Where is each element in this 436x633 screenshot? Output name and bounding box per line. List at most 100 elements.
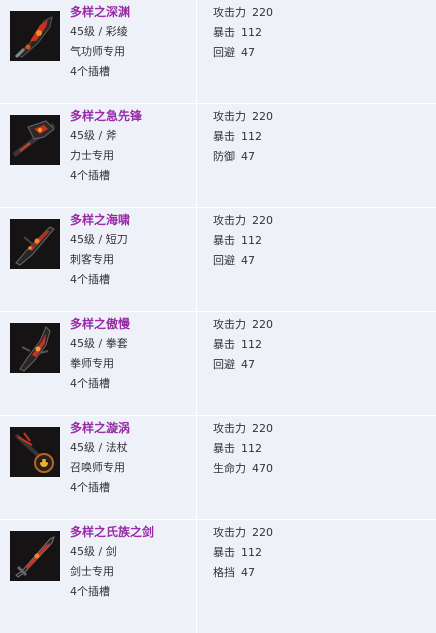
stat-label: 防御 [213, 150, 235, 163]
stat-label: 攻击力 [213, 214, 246, 227]
stat-value: 220 [252, 318, 273, 331]
stat-label: 攻击力 [213, 526, 246, 539]
sword-weapon-icon[interactable] [10, 531, 60, 581]
column-divider [196, 312, 197, 415]
item-level: 45级 [70, 25, 95, 38]
separator: / [98, 545, 103, 558]
stat-label: 格挡 [213, 566, 235, 579]
stat-value: 220 [252, 110, 273, 123]
stat-row: 生命力 470 [213, 459, 413, 479]
axe-weapon-icon[interactable] [10, 115, 60, 165]
item-info: 多样之漩涡 45级 / 法杖 召唤师专用 4个插槽 [70, 418, 192, 498]
stat-label: 回避 [213, 46, 235, 59]
stat-value: 47 [241, 358, 255, 371]
stat-label: 回避 [213, 254, 235, 267]
item-slots: 4个插槽 [70, 65, 110, 78]
item-row: 多样之急先锋 45级 / 斧力士专用 4个插槽 攻击力 220 暴击 112 防御 47 [0, 104, 436, 208]
item-level: 45级 [70, 337, 95, 350]
item-list: 多样之深渊 45级 / 彩绫 气功师专用 4个插槽 攻击力 220 暴击 112 回避 47 多样之… [0, 0, 436, 633]
column-divider [196, 416, 197, 519]
short-blade-weapon-icon[interactable] [10, 219, 60, 269]
stat-value: 112 [241, 442, 262, 455]
gauntlet-weapon-icon[interactable] [10, 323, 60, 373]
stat-value: 47 [241, 150, 255, 163]
item-name[interactable]: 多样之急先锋 [70, 106, 192, 126]
separator: / [98, 441, 103, 454]
stat-label: 攻击力 [213, 6, 246, 19]
stat-label: 回避 [213, 358, 235, 371]
stat-label: 暴击 [213, 130, 235, 143]
stat-row: 攻击力 220 [213, 3, 413, 23]
stat-label: 生命力 [213, 462, 246, 475]
item-type: 斧 [105, 129, 117, 142]
stat-value: 112 [241, 546, 262, 559]
item-info: 多样之傲慢 45级 / 拳套 拳师专用 4个插槽 [70, 314, 192, 394]
item-slots: 4个插槽 [70, 273, 110, 286]
stat-value: 220 [252, 6, 273, 19]
item-class: 召唤师专用 [70, 461, 125, 474]
stat-value: 47 [241, 566, 255, 579]
stat-label: 攻击力 [213, 318, 246, 331]
item-info: 多样之深渊 45级 / 彩绫 气功师专用 4个插槽 [70, 2, 192, 82]
item-type: 短刀 [105, 233, 128, 246]
item-stats: 攻击力 220 暴击 112 回避 47 [213, 3, 413, 63]
stat-value: 220 [252, 422, 273, 435]
item-name[interactable]: 多样之深渊 [70, 2, 192, 22]
stat-value: 220 [252, 214, 273, 227]
stat-row: 攻击力 220 [213, 211, 413, 231]
item-row: 多样之氏族之剑 45级 / 剑剑士专用 4个插槽 攻击力 220 暴击 112 格挡 47 [0, 520, 436, 633]
stat-row: 暴击 112 [213, 231, 413, 251]
item-level-type: 45级 / 彩绫 [70, 22, 192, 42]
item-level: 45级 [70, 129, 95, 142]
stat-value: 112 [241, 130, 262, 143]
stat-row: 格挡 47 [213, 563, 413, 583]
item-level-type: 45级 / 剑 [70, 542, 192, 562]
item-info: 多样之急先锋 45级 / 斧力士专用 4个插槽 [70, 106, 192, 186]
item-name[interactable]: 多样之海啸 [70, 210, 192, 230]
item-class: 剑士专用 [70, 565, 114, 578]
stat-row: 暴击 112 [213, 127, 413, 147]
item-name[interactable]: 多样之漩涡 [70, 418, 192, 438]
item-type: 法杖 [105, 441, 128, 454]
item-name[interactable]: 多样之傲慢 [70, 314, 192, 334]
dagger-weapon-icon[interactable] [10, 11, 60, 61]
stat-label: 攻击力 [213, 422, 246, 435]
stat-value: 112 [241, 234, 262, 247]
item-level-type: 45级 / 斧 [70, 126, 192, 146]
stat-row: 攻击力 220 [213, 523, 413, 543]
item-slots: 4个插槽 [70, 377, 110, 390]
stat-value: 47 [241, 46, 255, 59]
item-class: 拳师专用 [70, 357, 114, 370]
stat-label: 攻击力 [213, 110, 246, 123]
staff-weapon-icon[interactable] [10, 427, 60, 477]
column-divider [196, 104, 197, 207]
column-divider [196, 208, 197, 311]
item-stats: 攻击力 220 暴击 112 防御 47 [213, 107, 413, 167]
stat-row: 回避 47 [213, 43, 413, 63]
separator: / [98, 25, 103, 38]
item-name[interactable]: 多样之氏族之剑 [70, 522, 192, 542]
item-slots: 4个插槽 [70, 481, 110, 494]
stat-label: 暴击 [213, 338, 235, 351]
separator: / [98, 129, 103, 142]
item-type: 彩绫 [105, 25, 128, 38]
item-row: 多样之傲慢 45级 / 拳套 拳师专用 4个插槽 攻击力 220 暴击 112 回避 47 [0, 312, 436, 416]
item-info: 多样之海啸 45级 / 短刀 刺客专用 4个插槽 [70, 210, 192, 290]
stat-row: 暴击 112 [213, 439, 413, 459]
item-class: 力士专用 [70, 149, 114, 162]
item-slots: 4个插槽 [70, 585, 110, 598]
item-row: 多样之海啸 45级 / 短刀 刺客专用 4个插槽 攻击力 220 暴击 112 回避 47 [0, 208, 436, 312]
column-divider [196, 0, 197, 103]
stat-label: 暴击 [213, 234, 235, 247]
item-slots: 4个插槽 [70, 169, 110, 182]
stat-label: 暴击 [213, 546, 235, 559]
stat-row: 暴击 112 [213, 543, 413, 563]
stat-row: 防御 47 [213, 147, 413, 167]
stat-value: 112 [241, 338, 262, 351]
item-type: 拳套 [105, 337, 128, 350]
item-level-type: 45级 / 拳套 [70, 334, 192, 354]
item-type: 剑 [105, 545, 117, 558]
stat-value: 47 [241, 254, 255, 267]
item-level: 45级 [70, 233, 95, 246]
separator: / [98, 337, 103, 350]
